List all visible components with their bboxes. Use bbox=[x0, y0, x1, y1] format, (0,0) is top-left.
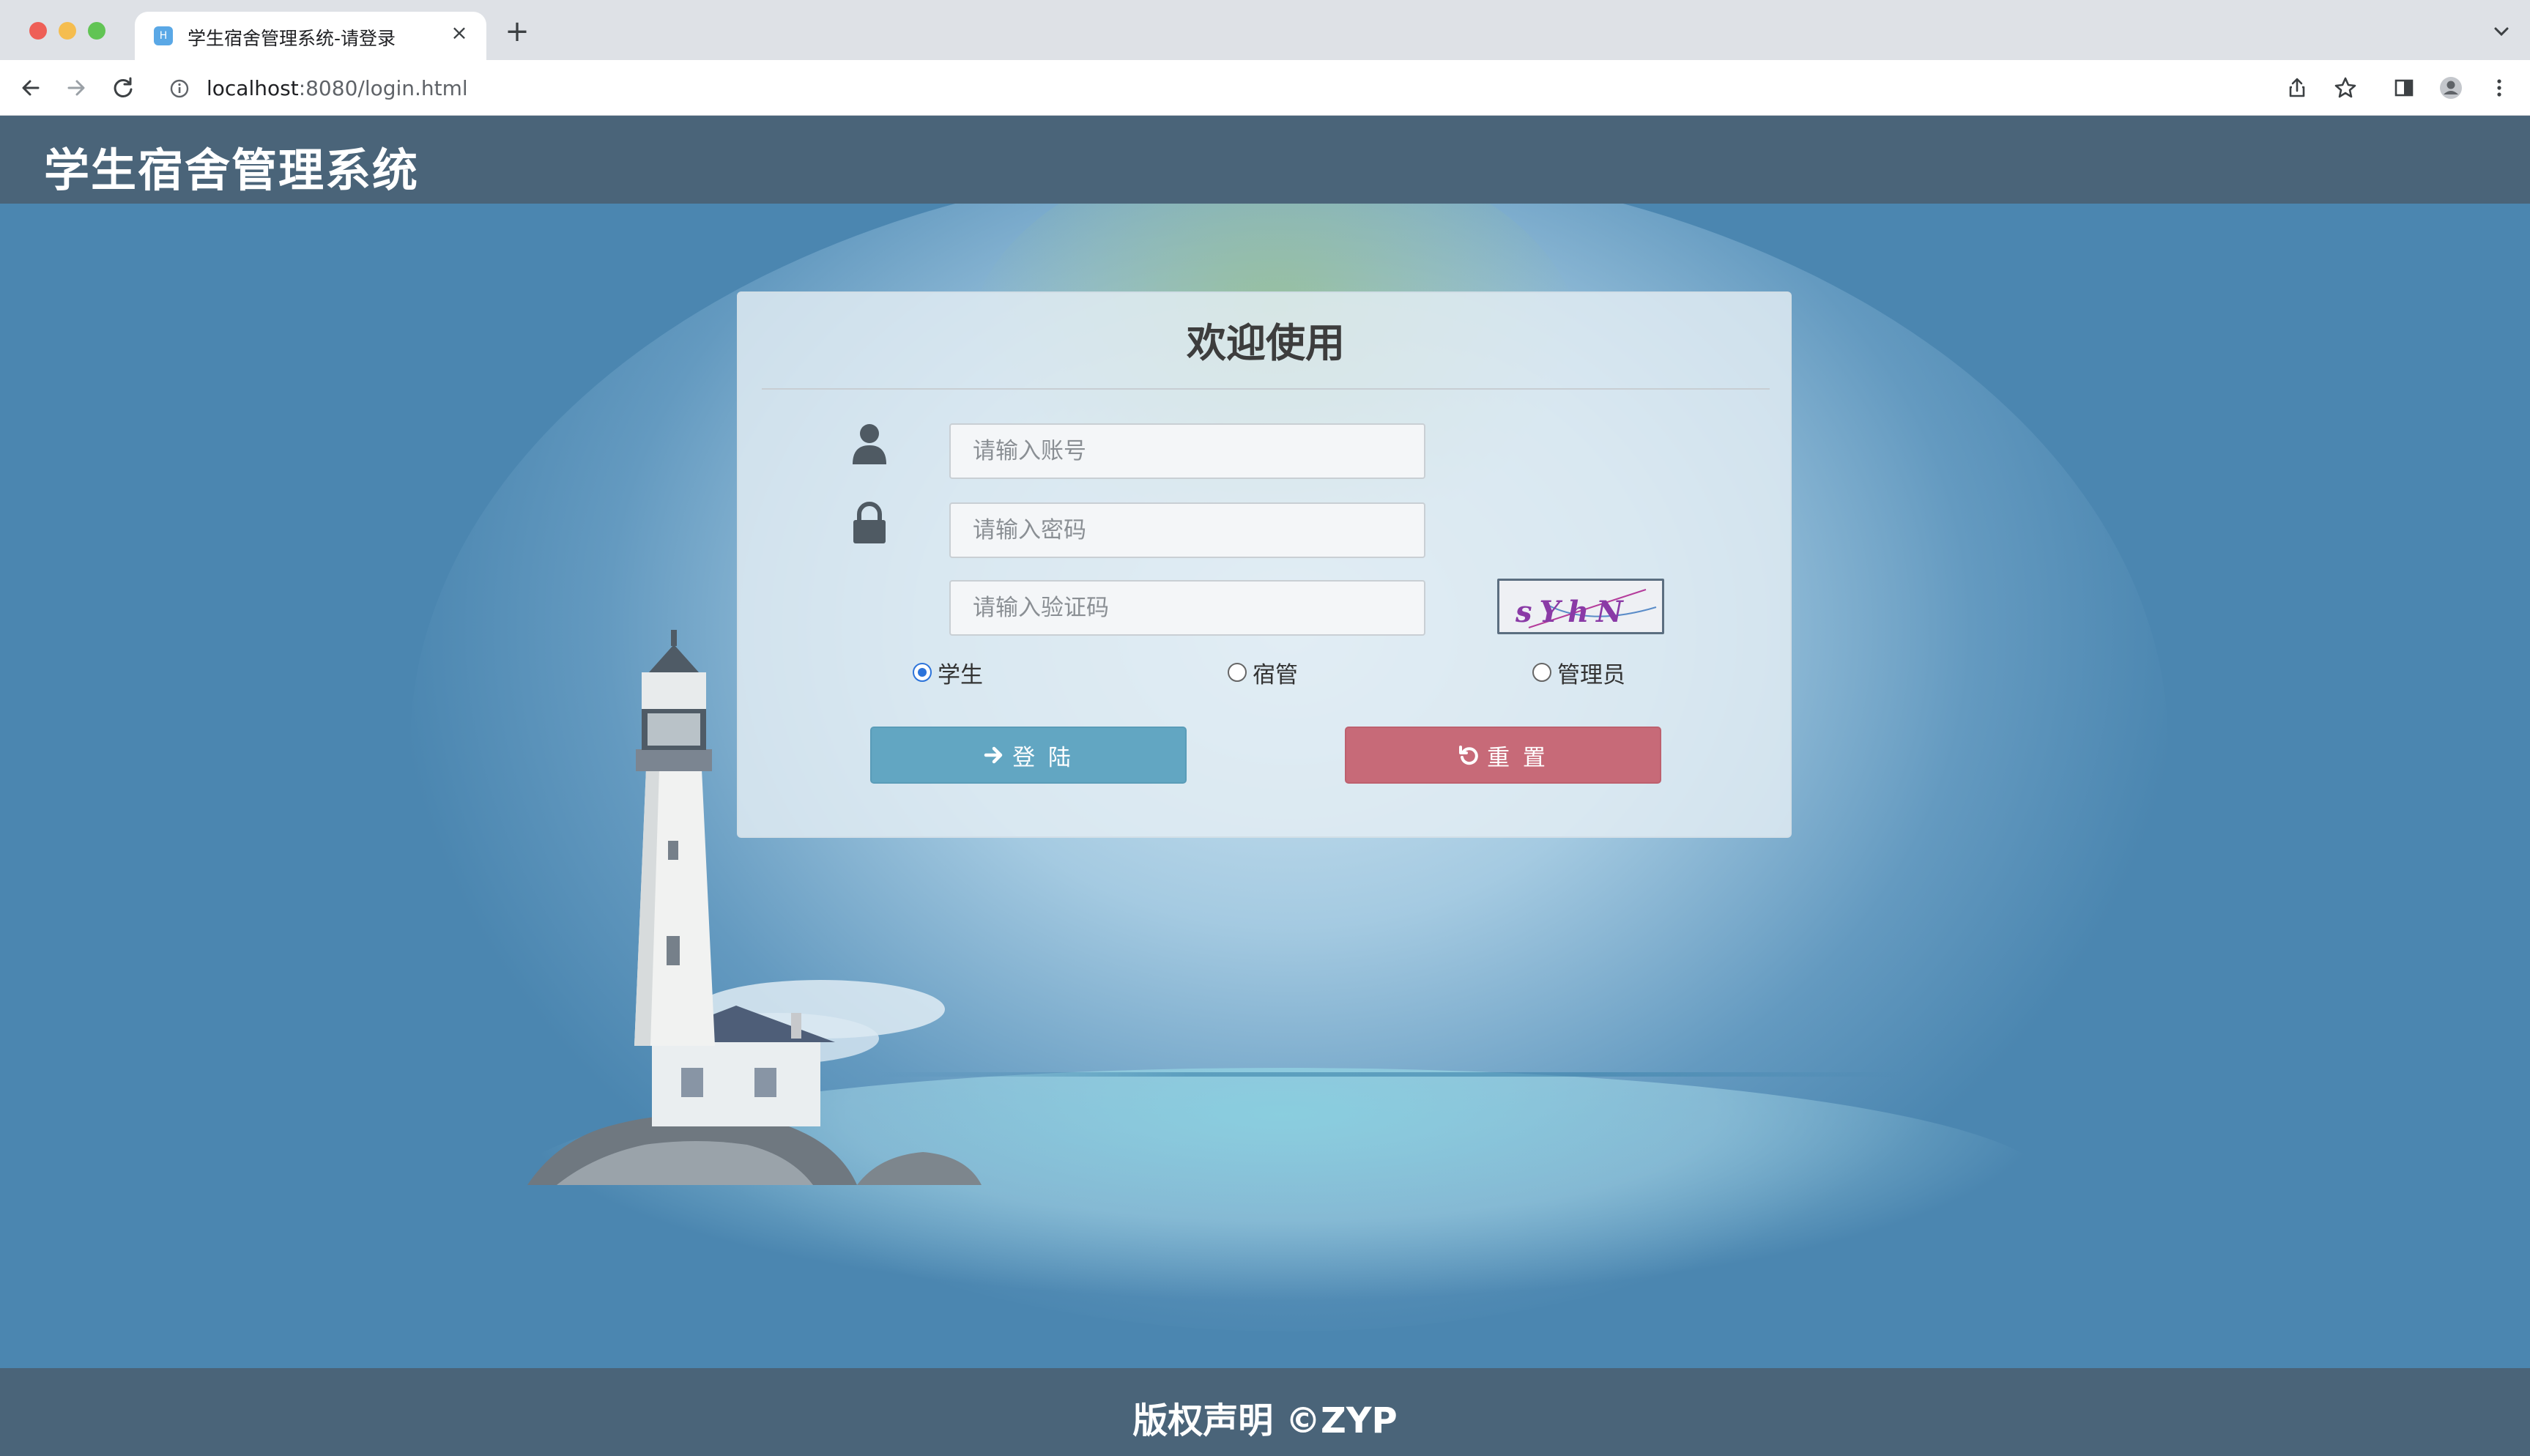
site-footer: 版权声明 ©ZYP bbox=[0, 1368, 2530, 1456]
copyright-text: 版权声明 ©ZYP bbox=[1132, 1400, 1398, 1441]
captcha-image[interactable]: sYhN bbox=[1497, 579, 1664, 634]
bookmark-star-icon[interactable] bbox=[2331, 73, 2360, 103]
role-student-radio[interactable]: 学生 bbox=[913, 658, 983, 688]
role-dorm-manager-radio[interactable]: 宿管 bbox=[1228, 658, 1298, 688]
new-tab-button[interactable]: + bbox=[502, 17, 532, 47]
role-student-label: 学生 bbox=[938, 661, 983, 688]
browser-tab-bar: H 学生宿舍管理系统-请登录 × + bbox=[0, 0, 2530, 60]
window-close-button[interactable] bbox=[29, 22, 47, 40]
role-admin-radio[interactable]: 管理员 bbox=[1532, 658, 1625, 688]
reset-button[interactable]: 重 置 bbox=[1345, 727, 1661, 784]
url-path: :8080/login.html bbox=[298, 76, 468, 100]
url-host: localhost bbox=[207, 76, 299, 100]
login-button[interactable]: 登 陆 bbox=[870, 727, 1187, 784]
radio-button[interactable] bbox=[913, 663, 932, 682]
arrow-right-icon bbox=[984, 746, 1003, 764]
address-bar[interactable]: localhost:8080/login.html bbox=[158, 67, 2451, 108]
more-menu-icon[interactable] bbox=[2485, 73, 2514, 103]
favicon-icon: H bbox=[154, 26, 173, 45]
forward-arrow-icon[interactable] bbox=[62, 73, 91, 103]
side-panel-icon[interactable] bbox=[2389, 73, 2419, 103]
chevron-down-icon[interactable] bbox=[2490, 21, 2512, 42]
page-viewport: 学生宿舍管理系统 欢迎使用 sYhN 学生 bbox=[0, 116, 2530, 1456]
radio-button[interactable] bbox=[1228, 663, 1247, 682]
password-input[interactable] bbox=[949, 502, 1425, 558]
reset-button-label: 重 置 bbox=[1487, 744, 1548, 771]
site-info-icon[interactable] bbox=[170, 79, 189, 98]
site-header: 学生宿舍管理系统 bbox=[0, 116, 2530, 204]
captcha-text: sYhN bbox=[1515, 595, 1631, 629]
title-divider bbox=[762, 388, 1770, 390]
site-title: 学生宿舍管理系统 bbox=[44, 144, 420, 197]
tab-close-button[interactable]: × bbox=[447, 21, 472, 45]
browser-tab-active[interactable]: H 学生宿舍管理系统-请登录 × bbox=[135, 12, 486, 60]
lock-icon bbox=[853, 502, 886, 543]
username-input[interactable] bbox=[949, 423, 1425, 479]
role-dorm-manager-label: 宿管 bbox=[1253, 661, 1298, 688]
undo-icon bbox=[1459, 746, 1478, 765]
back-arrow-icon[interactable] bbox=[16, 73, 45, 103]
window-zoom-button[interactable] bbox=[88, 22, 105, 40]
window-minimize-button[interactable] bbox=[59, 22, 76, 40]
role-admin-label: 管理员 bbox=[1557, 661, 1625, 688]
login-button-label: 登 陆 bbox=[1012, 744, 1074, 771]
browser-toolbar: localhost:8080/login.html bbox=[0, 60, 2530, 116]
radio-button[interactable] bbox=[1532, 663, 1551, 682]
reload-icon[interactable] bbox=[108, 73, 138, 103]
login-panel: 欢迎使用 sYhN 学生 宿管 bbox=[737, 291, 1792, 838]
captcha-input[interactable] bbox=[949, 580, 1425, 636]
profile-avatar-icon[interactable] bbox=[2436, 73, 2466, 103]
tab-title: 学生宿舍管理系统-请登录 bbox=[188, 28, 396, 49]
user-icon bbox=[853, 424, 886, 464]
url-text: localhost:8080/login.html bbox=[207, 76, 468, 100]
login-title: 欢迎使用 bbox=[1187, 320, 1345, 366]
share-icon[interactable] bbox=[2282, 73, 2312, 103]
